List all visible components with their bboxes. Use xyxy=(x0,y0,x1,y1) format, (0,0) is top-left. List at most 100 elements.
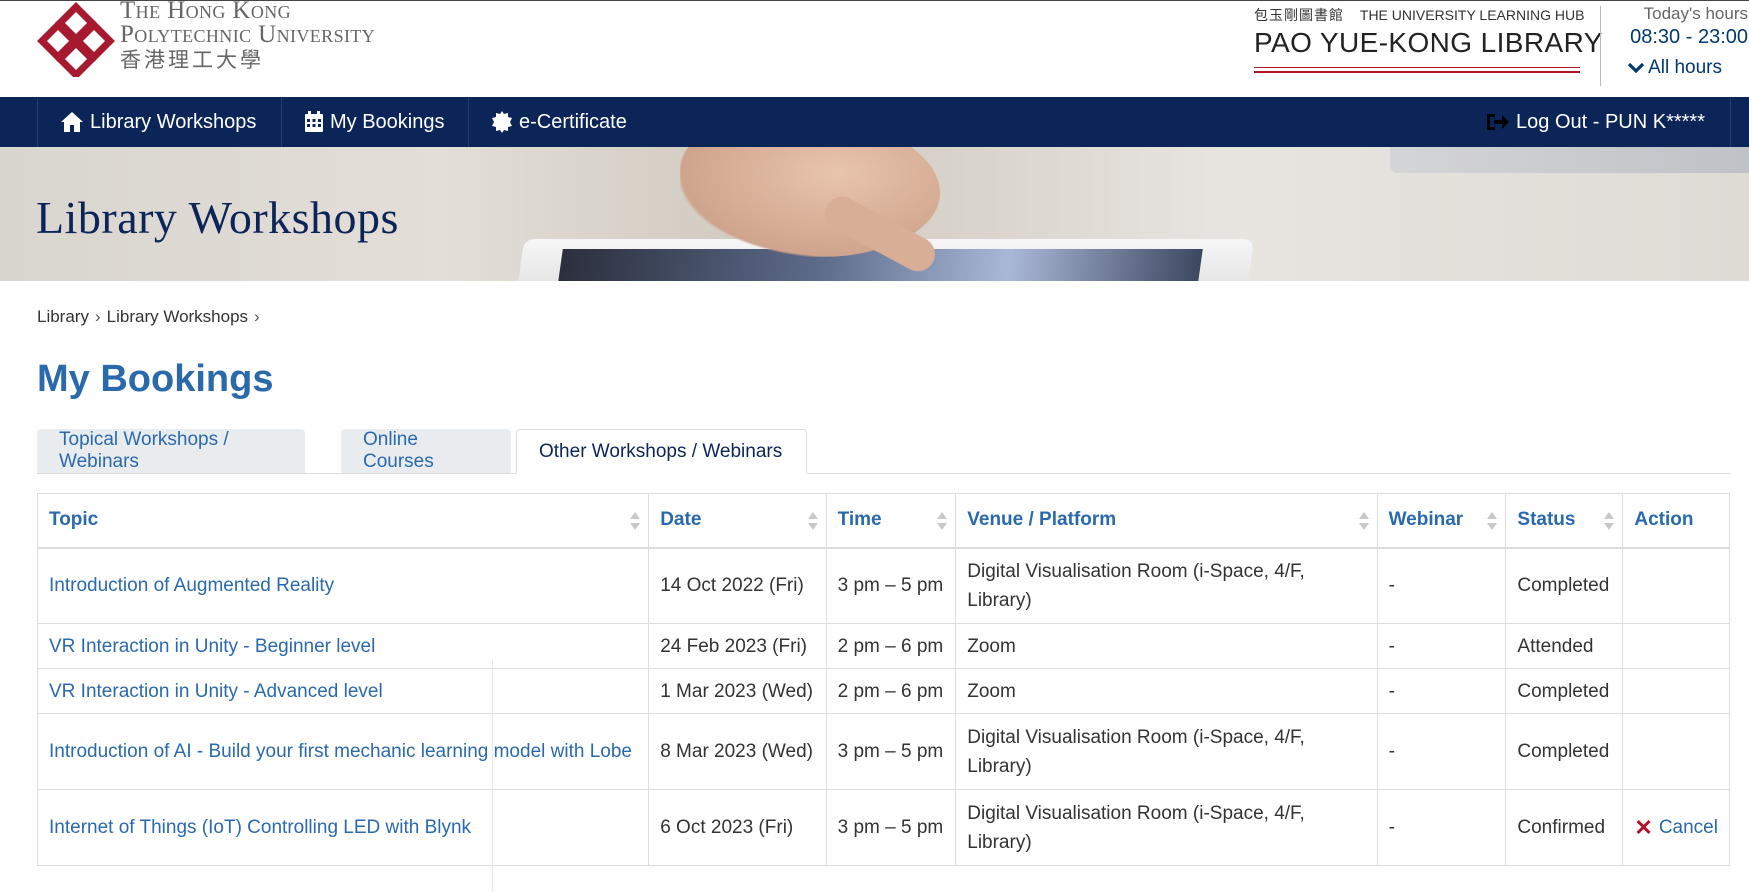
column-header-venue[interactable]: Venue / Platform xyxy=(955,493,1378,549)
chevron-down-icon xyxy=(1628,62,1645,74)
nav-library-workshops[interactable]: Library Workshops xyxy=(37,97,281,147)
column-header-status[interactable]: Status xyxy=(1505,493,1624,549)
row-date: 14 Oct 2022 (Fri) xyxy=(648,547,827,624)
sort-icon xyxy=(630,512,641,532)
home-icon xyxy=(61,112,83,132)
row-topic-link[interactable]: Introduction of Augmented Reality xyxy=(36,547,650,624)
polyu-logo-icon[interactable] xyxy=(36,1,116,77)
banner-tablet-screen xyxy=(557,249,1203,281)
row-time: 3 pm – 5 pm xyxy=(825,789,957,866)
breadcrumb: Library › Library Workshops › xyxy=(37,307,260,327)
table-row: Introduction of Augmented Reality 14 Oct… xyxy=(36,547,1730,624)
row-status: Completed xyxy=(1505,668,1624,714)
column-header-date[interactable]: Date xyxy=(648,493,827,549)
library-logo[interactable]: 包玉剛圖書館 THE UNIVERSITY LEARNING HUB PAO Y… xyxy=(1254,5,1603,73)
sort-icon xyxy=(1487,512,1498,532)
library-chinese-name: 包玉剛圖書館 xyxy=(1254,7,1344,23)
all-hours-link[interactable]: All hours xyxy=(1608,57,1748,79)
bookings-table: Topic Date Time Venue / Platform Webinar… xyxy=(36,493,1730,866)
row-webinar: - xyxy=(1376,789,1507,866)
row-venue: Zoom xyxy=(955,623,1378,669)
library-name: PAO YUE-KONG LIBRARY xyxy=(1254,27,1603,58)
row-action xyxy=(1622,623,1730,669)
tab-online-courses[interactable]: Online Courses xyxy=(341,429,511,473)
column-header-topic[interactable]: Topic xyxy=(36,493,650,549)
row-topic-link[interactable]: Introduction of AI - Build your first me… xyxy=(36,713,650,790)
breadcrumb-library-workshops[interactable]: Library Workshops xyxy=(107,307,248,327)
row-venue: Digital Visualisation Room (i-Space, 4/F… xyxy=(955,789,1378,866)
page-guide-line xyxy=(492,660,493,892)
row-topic-link[interactable]: Internet of Things (IoT) Controlling LED… xyxy=(36,789,650,866)
column-header-label: Date xyxy=(660,509,702,531)
logout-icon xyxy=(1487,114,1510,130)
polyu-name-chinese: 香港理工大學 xyxy=(120,48,264,72)
column-header-webinar[interactable]: Webinar xyxy=(1376,493,1507,549)
row-action: ✕ Cancel xyxy=(1622,789,1730,866)
breadcrumb-library[interactable]: Library xyxy=(37,307,89,327)
banner-title: Library Workshops xyxy=(36,192,399,243)
row-webinar: - xyxy=(1376,713,1507,790)
hours-label: Today's hours xyxy=(1643,4,1748,23)
row-venue: Zoom xyxy=(955,668,1378,714)
page-title: My Bookings xyxy=(37,358,274,400)
sort-icon xyxy=(1358,512,1369,532)
nav-my-bookings-label: My Bookings xyxy=(330,110,445,133)
polyu-name-line2: Polytechnic University xyxy=(120,21,376,48)
tab-other-workshops[interactable]: Other Workshops / Webinars xyxy=(516,429,807,474)
site-header: The Hong Kong Polytechnic University 香港理… xyxy=(0,0,1749,97)
nav-right-divider xyxy=(1730,97,1731,147)
certificate-icon xyxy=(492,111,512,133)
row-date: 24 Feb 2023 (Fri) xyxy=(648,623,827,669)
row-date: 8 Mar 2023 (Wed) xyxy=(648,713,827,790)
polyu-wordmark[interactable]: The Hong Kong Polytechnic University 香港理… xyxy=(120,0,375,73)
cancel-booking-button[interactable]: ✕ Cancel xyxy=(1634,813,1718,842)
row-time: 2 pm – 6 pm xyxy=(825,623,957,669)
tab-topical-workshops[interactable]: Topical Workshops / Webinars xyxy=(37,429,305,473)
banner-background-shape xyxy=(1390,147,1749,173)
sort-icon xyxy=(807,512,818,532)
column-header-label: Status xyxy=(1517,509,1576,531)
column-header-label: Topic xyxy=(49,509,99,531)
row-webinar: - xyxy=(1376,668,1507,714)
row-status: Confirmed xyxy=(1505,789,1624,866)
nav-my-bookings[interactable]: My Bookings xyxy=(281,97,468,147)
sort-icon xyxy=(937,512,948,532)
row-action xyxy=(1622,547,1730,624)
row-status: Completed xyxy=(1505,713,1624,790)
library-logo-underline xyxy=(1254,67,1580,73)
sort-icon xyxy=(1604,512,1615,532)
nav-e-certificate[interactable]: e-Certificate xyxy=(468,97,638,147)
row-date: 6 Oct 2023 (Fri) xyxy=(648,789,827,866)
all-hours-label: All hours xyxy=(1648,57,1722,78)
table-header-row: Topic Date Time Venue / Platform Webinar… xyxy=(36,493,1730,549)
table-row: VR Interaction in Unity - Advanced level… xyxy=(36,668,1730,714)
nav-library-workshops-label: Library Workshops xyxy=(90,110,257,133)
row-status: Attended xyxy=(1505,623,1624,669)
column-header-label: Webinar xyxy=(1388,509,1464,531)
table-row: VR Interaction in Unity - Beginner level… xyxy=(36,623,1730,669)
breadcrumb-separator: › xyxy=(94,307,101,326)
row-venue: Digital Visualisation Room (i-Space, 4/F… xyxy=(955,547,1378,624)
row-topic-link[interactable]: VR Interaction in Unity - Advanced level xyxy=(36,668,650,714)
main-nav: Library Workshops My Bookings e-Certific… xyxy=(0,97,1749,147)
library-tagline: THE UNIVERSITY LEARNING HUB xyxy=(1359,7,1585,23)
calendar-icon xyxy=(305,111,323,132)
cancel-label: Cancel xyxy=(1658,817,1718,838)
logout-label: Log Out - PUN K***** xyxy=(1516,110,1705,133)
hours-divider xyxy=(1600,6,1601,86)
row-topic-link[interactable]: VR Interaction in Unity - Beginner level xyxy=(36,623,650,669)
row-time: 2 pm – 6 pm xyxy=(825,668,957,714)
row-webinar: - xyxy=(1376,547,1507,624)
column-header-time[interactable]: Time xyxy=(825,493,957,549)
row-action xyxy=(1622,668,1730,714)
hours-time: 08:30 - 23:00 xyxy=(1630,26,1748,48)
nav-e-certificate-label: e-Certificate xyxy=(519,110,627,133)
polyu-name-line1: The Hong Kong xyxy=(120,0,292,24)
logout-link[interactable]: Log Out - PUN K***** xyxy=(1486,97,1705,147)
row-time: 3 pm – 5 pm xyxy=(825,547,957,624)
column-header-label: Time xyxy=(837,509,882,531)
row-time: 3 pm – 5 pm xyxy=(825,713,957,790)
row-webinar: - xyxy=(1376,623,1507,669)
row-action xyxy=(1622,713,1730,790)
column-header-label: Action xyxy=(1634,509,1694,531)
